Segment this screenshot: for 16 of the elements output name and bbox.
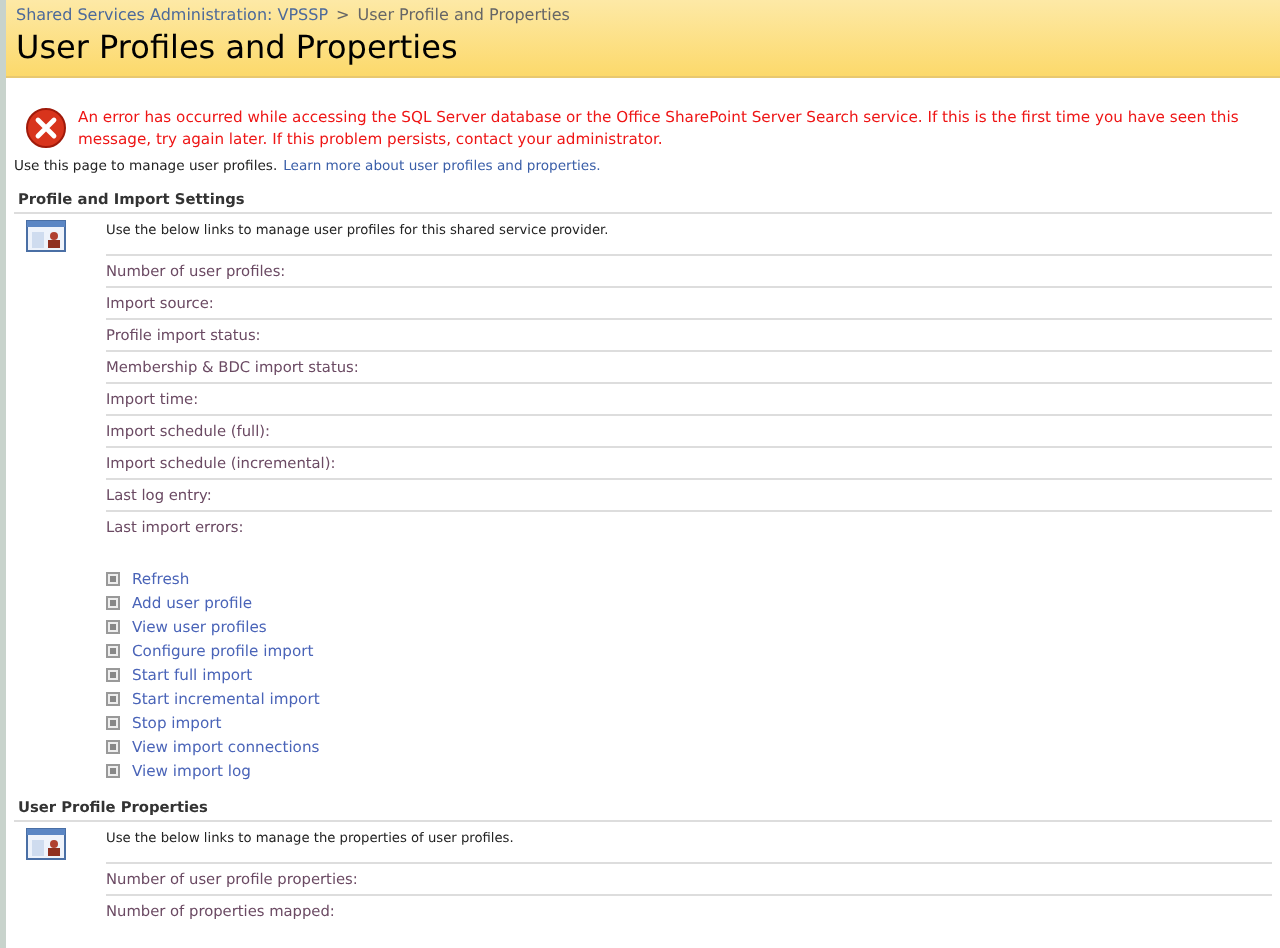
breadcrumb-link[interactable]: Shared Services Administration: VPSSP xyxy=(16,6,329,24)
bullet-icon xyxy=(106,715,120,729)
bullet-icon xyxy=(106,691,120,705)
bullet-icon xyxy=(106,595,120,609)
bullet-icon xyxy=(106,739,120,753)
bullet-icon xyxy=(106,619,120,633)
bullet-icon xyxy=(106,667,120,681)
breadcrumb-separator: > xyxy=(336,6,350,24)
window-user-icon xyxy=(26,828,66,860)
bullet-icon xyxy=(106,643,120,657)
page-title: User Profiles and Properties xyxy=(16,28,460,66)
breadcrumb-current: User Profile and Properties xyxy=(357,6,570,24)
window-user-icon xyxy=(26,220,66,252)
bullet-icon xyxy=(106,763,120,777)
error-icon xyxy=(26,108,66,148)
bullet-icon xyxy=(106,571,120,585)
